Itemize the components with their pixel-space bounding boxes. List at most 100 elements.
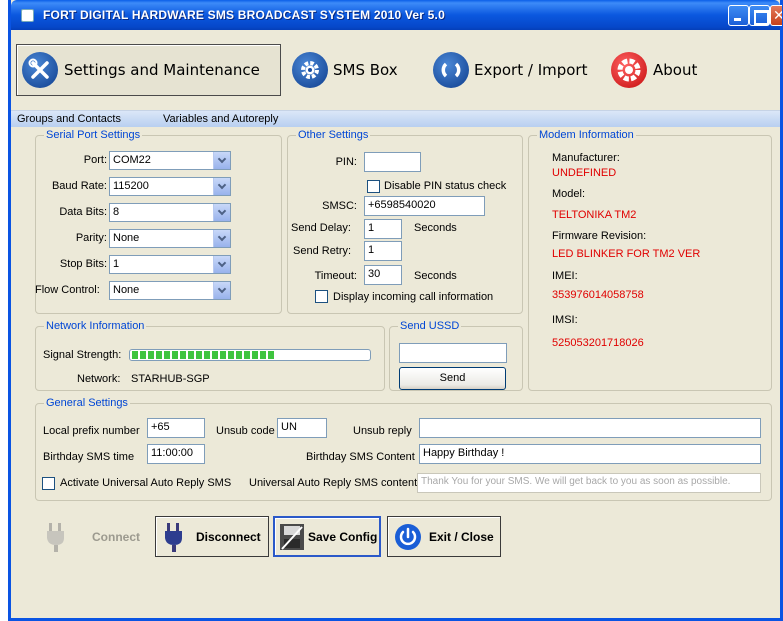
wrench-screwdriver-icon xyxy=(22,52,58,88)
birthday-content-input[interactable]: Happy Birthday ! xyxy=(419,444,761,464)
data-bits-label: Data Bits: xyxy=(59,206,107,218)
disconnect-button[interactable]: Disconnect xyxy=(155,516,269,557)
port-value: COM22 xyxy=(113,154,151,166)
birthday-time-input[interactable]: 11:00:00 xyxy=(147,444,205,464)
main-window: FORT DIGITAL HARDWARE SMS BROADCAST SYST… xyxy=(8,0,783,621)
general-settings-legend: General Settings xyxy=(46,397,128,409)
disconnect-label: Disconnect xyxy=(196,529,261,544)
smsc-label: SMSC: xyxy=(322,200,357,212)
minimize-button[interactable] xyxy=(728,5,749,26)
birthday-content-label: Birthday SMS Content xyxy=(306,451,415,463)
unsub-reply-input[interactable] xyxy=(419,418,761,438)
other-settings-legend: Other Settings xyxy=(298,129,369,141)
title-bar[interactable]: FORT DIGITAL HARDWARE SMS BROADCAST SYST… xyxy=(11,0,782,30)
tab-settings-and-maintenance[interactable]: Settings and Maintenance xyxy=(16,44,281,96)
serial-port-legend: Serial Port Settings xyxy=(46,129,141,141)
auto-reply-checkbox[interactable] xyxy=(42,477,55,490)
display-call-info-checkbox[interactable] xyxy=(315,290,328,303)
save-config-button[interactable]: Save Config xyxy=(273,516,381,557)
imei-label: IMEI: xyxy=(552,270,578,282)
parity-label: Parity: xyxy=(75,232,107,244)
stop-bits-select[interactable]: 1 xyxy=(109,255,231,274)
chevron-down-icon[interactable] xyxy=(213,204,230,221)
subnav-groups-and-contacts[interactable]: Groups and Contacts xyxy=(17,113,121,125)
exit-close-button[interactable]: Exit / Close xyxy=(387,516,501,557)
modem-information-legend: Modem Information xyxy=(539,129,634,141)
tab-about[interactable]: About xyxy=(611,44,721,96)
network-value: STARHUB-SGP xyxy=(131,373,210,385)
imei-value: 353976014058758 xyxy=(552,289,644,301)
pin-input[interactable] xyxy=(364,152,421,172)
model-label: Model: xyxy=(552,188,586,200)
tab-about-label: About xyxy=(653,61,698,79)
flow-control-select[interactable]: None xyxy=(109,281,231,300)
stop-bits-value: 1 xyxy=(113,258,120,270)
sync-arrows-icon xyxy=(433,52,469,88)
signal-strength-bar xyxy=(129,349,371,361)
unsub-code-label: Unsub code xyxy=(216,425,275,437)
chevron-down-icon[interactable] xyxy=(213,256,230,273)
auto-reply-content-input[interactable]: Thank You for your SMS. We will get back… xyxy=(417,473,761,493)
flow-control-label: Flow Control: xyxy=(35,284,100,296)
power-icon xyxy=(393,522,423,552)
parity-select[interactable]: None xyxy=(109,229,231,248)
close-window-button[interactable] xyxy=(770,5,782,26)
display-call-info-label: Display incoming call information xyxy=(333,291,494,303)
disable-pin-checkbox[interactable] xyxy=(367,180,380,193)
tab-sms-box[interactable]: SMS Box xyxy=(292,44,422,96)
baud-rate-select[interactable]: 115200 xyxy=(109,177,231,196)
ussd-send-button[interactable]: Send xyxy=(399,367,506,390)
local-prefix-input[interactable]: +65 xyxy=(147,418,205,438)
maximize-button[interactable] xyxy=(749,5,770,26)
chevron-down-icon[interactable] xyxy=(213,178,230,195)
connect-button[interactable]: Connect xyxy=(38,516,149,557)
port-select[interactable]: COM22 xyxy=(109,151,231,170)
port-label: Port: xyxy=(83,154,107,166)
chevron-down-icon[interactable] xyxy=(213,282,230,299)
baud-rate-value: 115200 xyxy=(113,180,149,192)
window-title: FORT DIGITAL HARDWARE SMS BROADCAST SYST… xyxy=(43,8,445,22)
help-lifebuoy-icon xyxy=(611,52,647,88)
chevron-down-icon[interactable] xyxy=(213,152,230,169)
tab-settings-label: Settings and Maintenance xyxy=(64,61,260,79)
send-delay-input[interactable]: 1 xyxy=(364,219,402,239)
auto-reply-content-label: Universal Auto Reply SMS content xyxy=(249,477,418,489)
send-delay-unit: Seconds xyxy=(414,222,457,234)
plug-icon xyxy=(44,521,68,553)
send-retry-input[interactable]: 1 xyxy=(364,241,402,261)
chevron-down-icon[interactable] xyxy=(213,230,230,247)
network-information-legend: Network Information xyxy=(46,320,145,332)
send-delay-label: Send Delay: xyxy=(291,222,351,234)
data-bits-select[interactable]: 8 xyxy=(109,203,231,222)
unsub-reply-label: Unsub reply xyxy=(353,425,412,437)
tab-smsbox-label: SMS Box xyxy=(333,61,398,79)
network-label: Network: xyxy=(77,373,121,385)
save-config-label: Save Config xyxy=(308,529,378,544)
app-icon xyxy=(21,9,34,22)
send-retry-label: Send Retry: xyxy=(293,245,352,257)
exit-close-label: Exit / Close xyxy=(429,529,494,544)
timeout-input[interactable]: 30 xyxy=(364,265,402,285)
tab-export-label: Export / Import xyxy=(474,61,588,79)
parity-value: None xyxy=(113,232,140,244)
firmware-label: Firmware Revision: xyxy=(552,230,647,242)
floppy-disk-icon xyxy=(278,521,306,553)
connect-label: Connect xyxy=(92,529,140,544)
timeout-label: Timeout: xyxy=(314,270,357,282)
smsc-input[interactable]: +6598540020 xyxy=(364,196,485,216)
unsub-code-input[interactable]: UN xyxy=(277,418,327,438)
ussd-input[interactable] xyxy=(399,343,507,363)
send-ussd-legend: Send USSD xyxy=(400,320,460,332)
birthday-time-label: Birthday SMS time xyxy=(43,451,135,463)
subnav-variables-and-autoreply[interactable]: Variables and Autoreply xyxy=(163,113,278,125)
model-value: TELTONIKA TM2 xyxy=(552,209,637,221)
stop-bits-label: Stop Bits: xyxy=(59,258,107,270)
firmware-value: LED BLINKER FOR TM2 VER xyxy=(552,248,701,260)
gear-icon xyxy=(292,52,328,88)
pin-label: PIN: xyxy=(335,156,357,168)
main-toolbar: Settings and Maintenance SMS Box Export … xyxy=(11,30,780,110)
tab-export-import[interactable]: Export / Import xyxy=(433,44,603,96)
imsi-value: 525053201718026 xyxy=(552,337,644,349)
signal-strength-label: Signal Strength: xyxy=(43,349,122,361)
disable-pin-label: Disable PIN status check xyxy=(384,180,507,192)
